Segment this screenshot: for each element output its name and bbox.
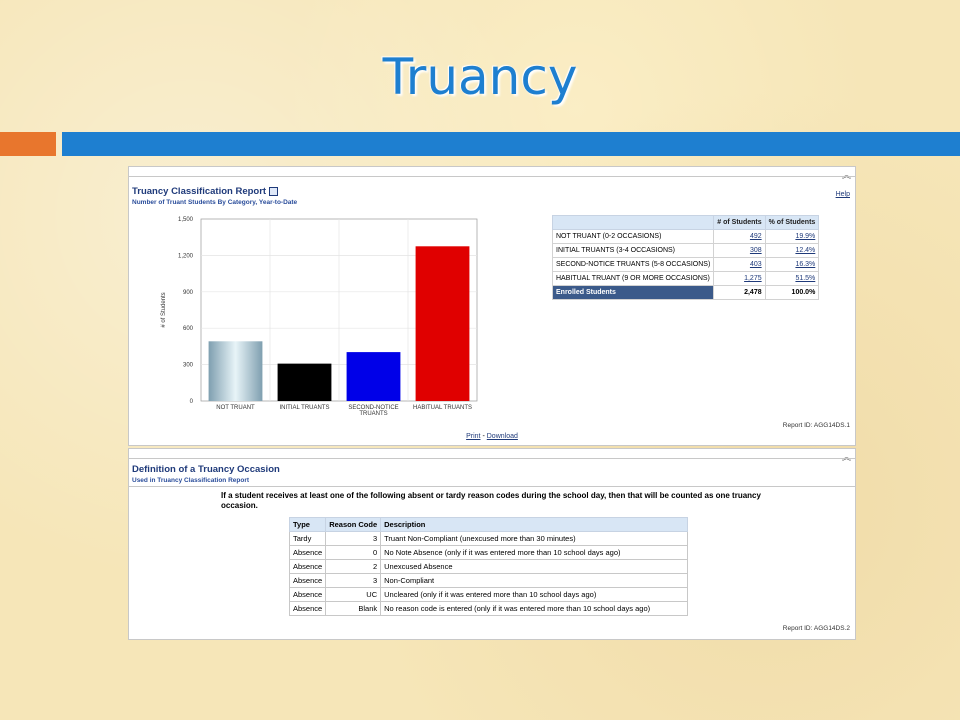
total-label: Enrolled Students — [551, 285, 715, 300]
chart-bar — [277, 363, 332, 401]
row-label: INITIAL TRUANTS (3-4 OCCASIONS) — [551, 243, 715, 258]
description-cell: Uncleared (only if it was entered more t… — [380, 587, 689, 602]
header-type: Type — [288, 517, 327, 532]
y-tick-label: 900 — [183, 290, 194, 296]
count-link[interactable]: 492 — [713, 229, 766, 244]
description-cell: Truant Non-Compliant (unexcused more tha… — [380, 531, 689, 546]
percent-link[interactable]: 19.9% — [764, 229, 820, 244]
table-row: Absence 3 Non-Compliant — [288, 573, 689, 588]
chart-bar — [415, 246, 470, 401]
x-tick-label: NOT TRUANT — [216, 405, 255, 411]
table-row: Absence Blank No reason code is entered … — [288, 601, 689, 616]
y-tick-label: 600 — [183, 326, 194, 332]
table-row: Absence 2 Unexcused Absence — [288, 559, 689, 574]
row-label: HABITUAL TRUANT (9 OR MORE OCCASIONS) — [551, 271, 715, 286]
panel-divider — [129, 458, 855, 459]
table-row: HABITUAL TRUANT (9 OR MORE OCCASIONS) 1,… — [551, 271, 820, 286]
description-cell: No Note Absence (only if it was entered … — [380, 545, 689, 560]
summary-table: # of Students % of Students NOT TRUANT (… — [551, 215, 820, 300]
table-row: INITIAL TRUANTS (3-4 OCCASIONS) 308 12.4… — [551, 243, 820, 258]
description-cell: Unexcused Absence — [380, 559, 689, 574]
reason-codes-table: Type Reason Code Description Tardy 3 Tru… — [288, 517, 689, 616]
truancy-classification-panel: ︽ Truancy Classification Report Number o… — [128, 166, 856, 446]
type-cell: Absence — [288, 587, 327, 602]
description-cell: No reason code is entered (only if it wa… — [380, 601, 689, 616]
print-link[interactable]: Print — [466, 433, 480, 440]
report-id: Report ID: AGG14DS.1 — [782, 422, 850, 429]
y-axis-title: # of Students — [161, 292, 167, 327]
slide-title: Truancy — [382, 48, 578, 106]
x-tick-label: HABITUAL TRUANTS — [413, 405, 472, 411]
header-description: Description — [380, 517, 689, 532]
header-blank — [551, 215, 715, 230]
link-separator: - — [482, 433, 485, 440]
header-reason-code: Reason Code — [325, 517, 382, 532]
count-link[interactable]: 1,275 — [713, 271, 766, 286]
y-tick-label: 300 — [183, 363, 194, 369]
row-label: SECOND-NOTICE TRUANTS (5-8 OCCASIONS) — [551, 257, 715, 272]
code-cell: UC — [325, 587, 382, 602]
count-link[interactable]: 308 — [713, 243, 766, 258]
footer-links: Print - Download — [129, 433, 855, 440]
y-tick-label: 0 — [190, 399, 194, 405]
type-cell: Tardy — [288, 531, 327, 546]
table-row: NOT TRUANT (0-2 OCCASIONS) 492 19.9% — [551, 229, 820, 244]
total-count: 2,478 — [713, 285, 766, 300]
chart-bar — [346, 352, 401, 401]
chart-bar — [208, 341, 263, 401]
panel-divider — [129, 486, 855, 487]
percent-link[interactable]: 16.3% — [764, 257, 820, 272]
count-link[interactable]: 403 — [713, 257, 766, 272]
code-cell: Blank — [325, 601, 382, 616]
accent-bar-orange — [0, 132, 56, 156]
x-tick-label: INITIAL TRUANTS — [279, 405, 329, 411]
truancy-definition-panel: ︽ Definition of a Truancy Occasion Used … — [128, 448, 856, 640]
y-tick-label: 1,500 — [178, 217, 194, 223]
type-cell: Absence — [288, 573, 327, 588]
header-count: # of Students — [713, 215, 766, 230]
type-cell: Absence — [288, 601, 327, 616]
percent-link[interactable]: 51.5% — [764, 271, 820, 286]
description-cell: Non-Compliant — [380, 573, 689, 588]
definition-intro: If a student receives at least one of th… — [221, 491, 761, 510]
accent-bar-blue — [62, 132, 960, 156]
type-cell: Absence — [288, 545, 327, 560]
table-row: Absence UC Uncleared (only if it was ent… — [288, 587, 689, 602]
y-tick-label: 1,200 — [178, 253, 194, 259]
table-row: SECOND-NOTICE TRUANTS (5-8 OCCASIONS) 40… — [551, 257, 820, 272]
x-tick-label: SECOND-NOTICE TRUANTS — [348, 405, 398, 417]
total-percent: 100.0% — [764, 285, 820, 300]
code-cell: 2 — [325, 559, 382, 574]
table-row: Absence 0 No Note Absence (only if it wa… — [288, 545, 689, 560]
percent-link[interactable]: 12.4% — [764, 243, 820, 258]
collapse-up-icon[interactable]: ︽ — [842, 450, 851, 463]
table-row: Tardy 3 Truant Non-Compliant (unexcused … — [288, 531, 689, 546]
code-cell: 3 — [325, 573, 382, 588]
type-cell: Absence — [288, 559, 327, 574]
table-header-row: Type Reason Code Description — [288, 517, 689, 532]
header-percent: % of Students — [764, 215, 820, 230]
total-row: Enrolled Students 2,478 100.0% — [551, 285, 820, 300]
definition-subtitle: Used in Truancy Classification Report — [132, 477, 250, 484]
report-id: Report ID: AGG14DS.2 — [782, 625, 850, 632]
definition-title: Definition of a Truancy Occasion — [132, 464, 280, 475]
table-header-row: # of Students % of Students — [551, 215, 820, 230]
code-cell: 3 — [325, 531, 382, 546]
row-label: NOT TRUANT (0-2 OCCASIONS) — [551, 229, 715, 244]
code-cell: 0 — [325, 545, 382, 560]
download-link[interactable]: Download — [487, 433, 518, 440]
